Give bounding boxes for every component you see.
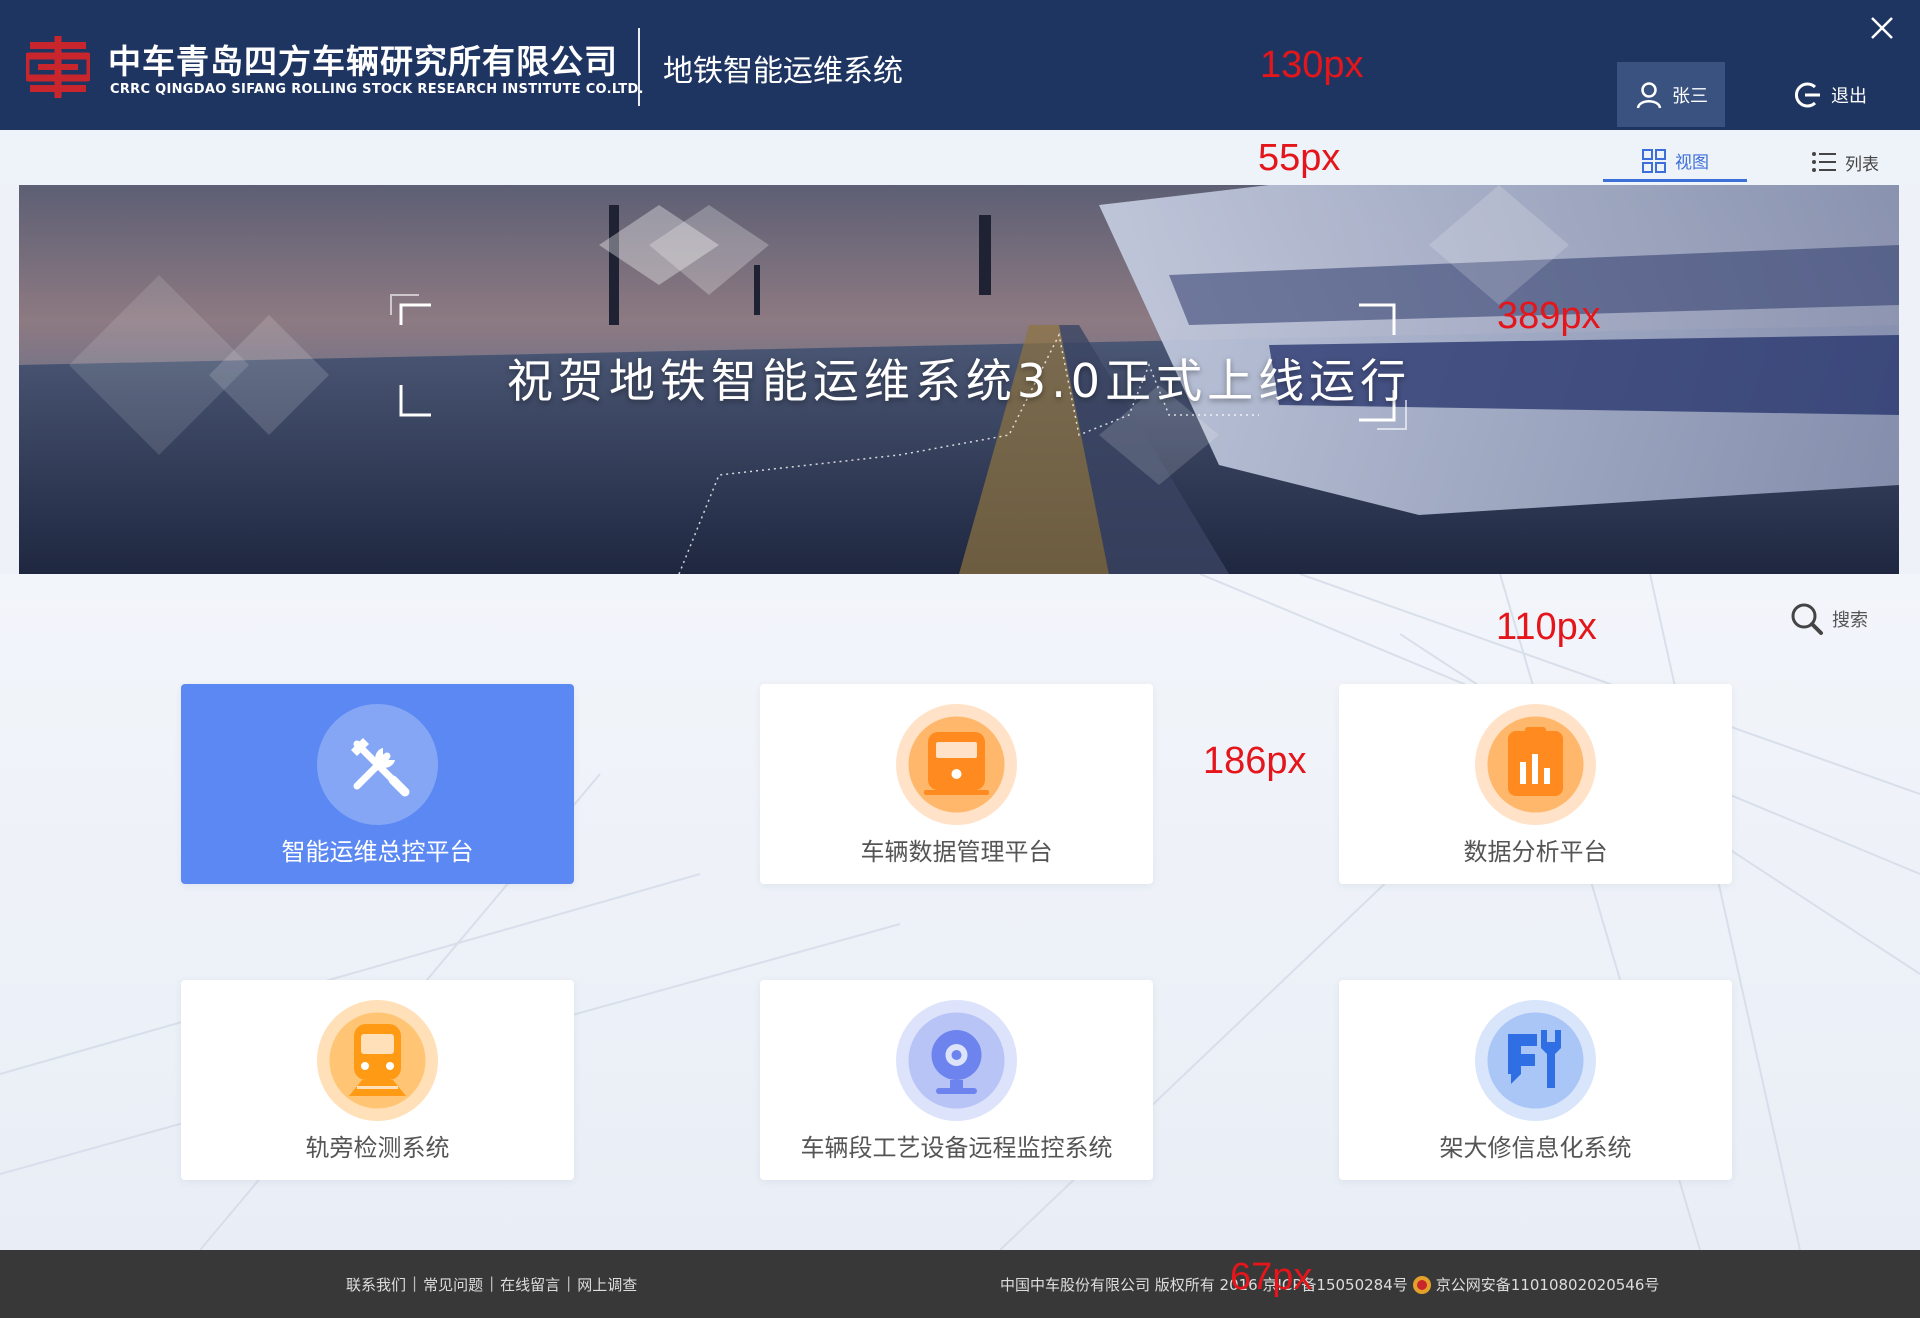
card-label: 车辆数据管理平台 — [860, 838, 1053, 866]
repair-icon — [1475, 1000, 1596, 1121]
card-label: 智能运维总控平台 — [281, 838, 474, 866]
card-label: 车辆段工艺设备远程监控系统 — [800, 1134, 1113, 1162]
user-name: 张三 — [1672, 85, 1708, 107]
user-button[interactable]: 张三 — [1617, 62, 1725, 127]
footer-separator: | — [489, 1274, 495, 1292]
user-icon — [1636, 81, 1662, 108]
footer: 联系我们 | 常见问题 | 在线留言 | 网上调查 中国中车股份有限公司 版权所… — [0, 1250, 1920, 1318]
card-smart-ops-control[interactable]: 智能运维总控平台 — [181, 684, 574, 884]
card-label: 数据分析平台 — [1463, 838, 1608, 866]
banner-title: 祝贺地铁智能运维系统3.0正式上线运行 — [506, 354, 1412, 408]
header-divider — [638, 28, 640, 106]
train-icon — [317, 1000, 438, 1121]
card-overhaul-info-system[interactable]: 架大修信息化系统 — [1339, 980, 1732, 1180]
footer-copyright: 中国中车股份有限公司 版权所有 2016 京ICP备15050284号 京公网安… — [1000, 1274, 1659, 1295]
footer-link-faq[interactable]: 常见问题 — [423, 1274, 483, 1295]
footer-link-survey[interactable]: 网上调查 — [577, 1274, 637, 1295]
logout-label: 退出 — [1831, 85, 1867, 107]
card-wayside-detection[interactable]: 轨旁检测系统 — [181, 980, 574, 1180]
search-icon — [1791, 603, 1823, 635]
card-vehicle-data-mgmt[interactable]: 车辆数据管理平台 — [760, 684, 1153, 884]
toggle-height-note: 55px — [1258, 137, 1341, 179]
card-depot-equipment-monitor[interactable]: 车辆段工艺设备远程监控系统 — [760, 980, 1153, 1180]
analytics-clipboard-icon — [1475, 704, 1596, 825]
tab-view-label: 视图 — [1675, 153, 1709, 173]
train-front-icon — [896, 704, 1017, 825]
logout-button[interactable]: 退出 — [1780, 62, 1880, 127]
footer-height-note: 67px — [1230, 1256, 1313, 1298]
hero-banner: 祝贺地铁智能运维系统3.0正式上线运行 389px — [19, 185, 1899, 574]
system-name: 地铁智能运维系统 — [663, 54, 903, 89]
footer-separator: | — [566, 1274, 572, 1292]
police-badge-icon — [1412, 1275, 1431, 1294]
company-name-en: CRRC QINGDAO SIFANG ROLLING STOCK RESEAR… — [110, 82, 644, 97]
tab-list-label: 列表 — [1845, 154, 1879, 175]
search-button[interactable]: 搜索 — [1790, 602, 1868, 636]
list-icon — [1812, 152, 1836, 172]
tab-view[interactable]: 视图 — [1603, 142, 1747, 182]
crrc-logo-icon — [26, 36, 90, 98]
header-height-note: 130px — [1260, 44, 1364, 86]
tab-list[interactable]: 列表 — [1785, 142, 1905, 182]
police-record-text: 京公网安备11010802020546号 — [1435, 1276, 1660, 1294]
tools-icon — [317, 704, 438, 825]
footer-links: 联系我们 | 常见问题 | 在线留言 | 网上调查 — [346, 1274, 637, 1295]
banner-height-note: 389px — [1497, 295, 1601, 337]
footer-link-message[interactable]: 在线留言 — [500, 1274, 560, 1295]
card-height-note: 186px — [1203, 740, 1307, 782]
card-label: 架大修信息化系统 — [1439, 1134, 1632, 1162]
card-label: 轨旁检测系统 — [305, 1134, 450, 1162]
footer-separator: | — [412, 1274, 418, 1292]
company-name-cn: 中车青岛四方车辆研究所有限公司 — [108, 42, 618, 81]
top-header: 中车青岛四方车辆研究所有限公司 CRRC QINGDAO SIFANG ROLL… — [0, 0, 1920, 130]
search-label: 搜索 — [1832, 610, 1868, 631]
copyright-text: 中国中车股份有限公司 版权所有 2016 京ICP备15050284号 — [1000, 1276, 1408, 1294]
card-data-analysis[interactable]: 数据分析平台 — [1339, 684, 1732, 884]
footer-link-contact[interactable]: 联系我们 — [346, 1274, 406, 1295]
grid-icon — [1642, 148, 1666, 173]
spacing-note: 110px — [1496, 606, 1597, 648]
logout-icon — [1795, 82, 1820, 107]
close-icon[interactable] — [1864, 10, 1900, 46]
webcam-icon — [896, 1000, 1017, 1121]
